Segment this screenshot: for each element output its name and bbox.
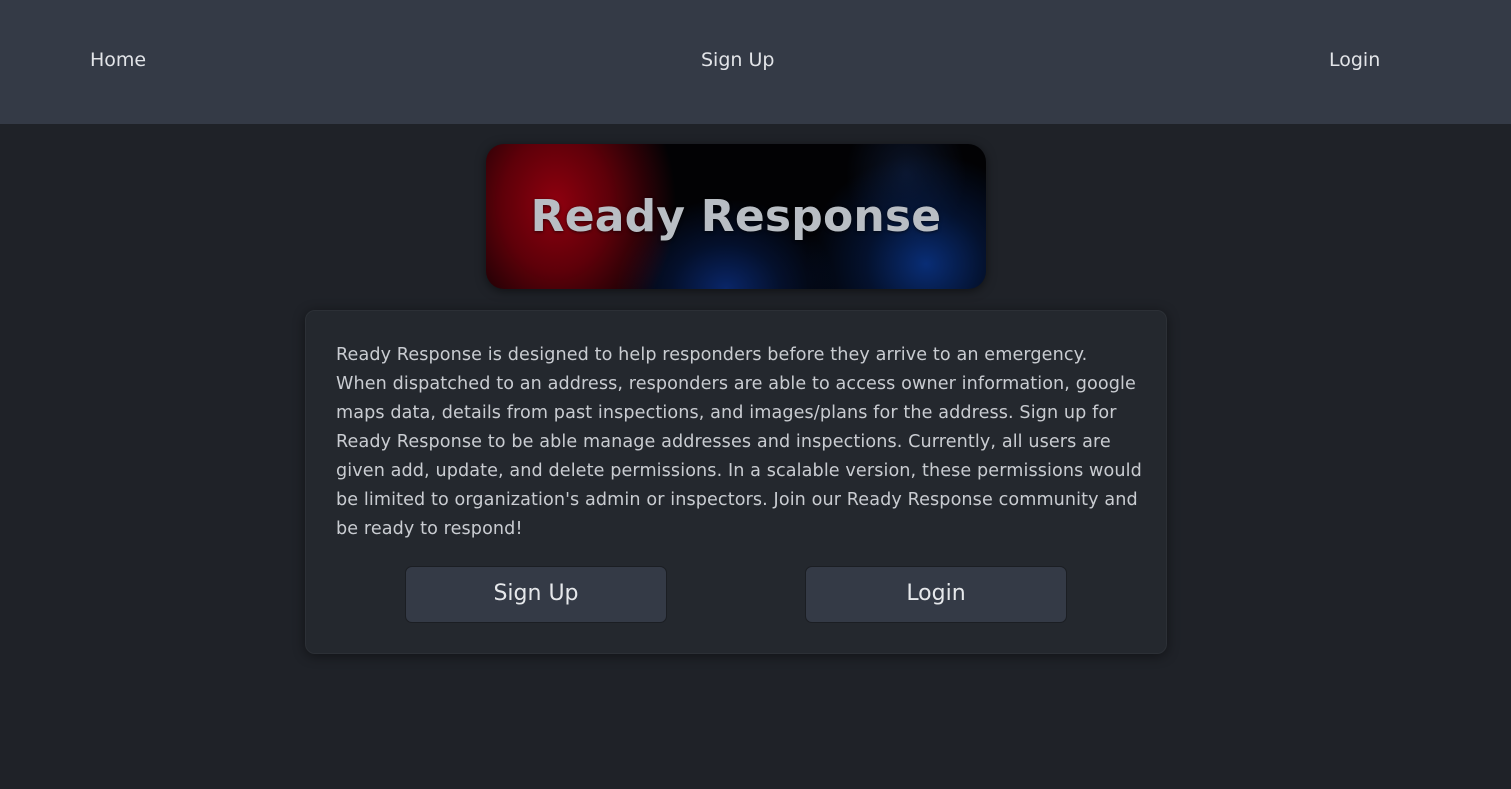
hero-banner: Ready Response: [486, 144, 986, 289]
signup-button[interactable]: Sign Up: [405, 566, 667, 623]
nav-signup-link[interactable]: Sign Up: [701, 48, 774, 72]
top-navbar: Home Sign Up Login: [0, 0, 1511, 124]
banner-title: Ready Response: [530, 191, 942, 242]
login-button[interactable]: Login: [805, 566, 1067, 623]
intro-card: Ready Response is designed to help respo…: [305, 310, 1167, 654]
nav-login-link[interactable]: Login: [1329, 48, 1380, 72]
intro-description: Ready Response is designed to help respo…: [336, 345, 1142, 539]
nav-home-link[interactable]: Home: [90, 48, 146, 72]
